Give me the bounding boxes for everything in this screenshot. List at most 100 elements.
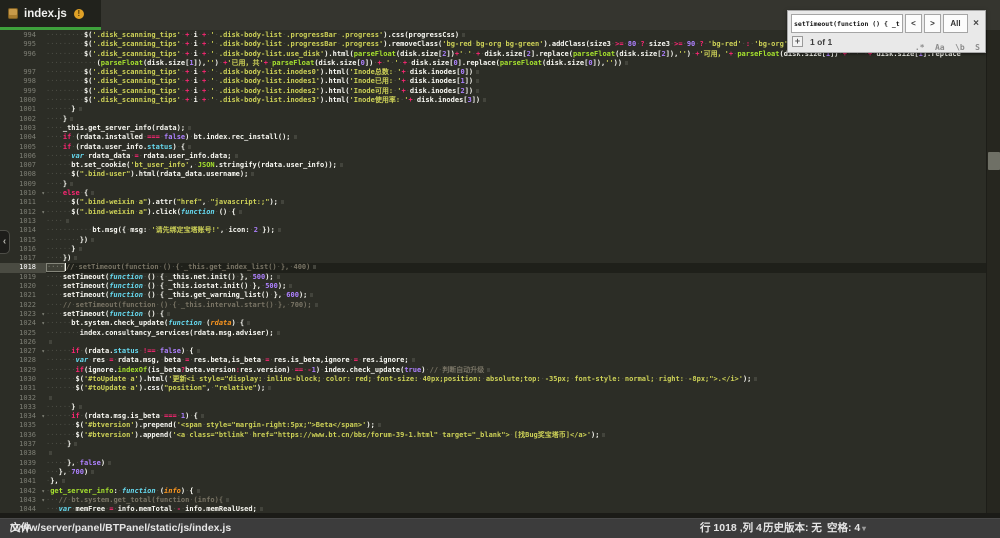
gutter-line-number[interactable]: 1026 bbox=[0, 338, 46, 347]
gutter-line-number[interactable]: 1010▾ bbox=[0, 189, 46, 198]
gutter-line-number[interactable]: 1040 bbox=[0, 468, 46, 477]
regex-toggle[interactable]: .* bbox=[915, 43, 925, 52]
gutter-line-number[interactable]: 1013 bbox=[0, 217, 46, 226]
code-line-1040[interactable]: 1040···},·700) bbox=[0, 468, 986, 477]
code-line-1000[interactable]: 1000·········$('.disk_scanning_tips'·+·i… bbox=[0, 96, 986, 105]
gutter-line-number[interactable]: 1028 bbox=[0, 356, 46, 365]
fold-toggle-icon[interactable]: ▾ bbox=[41, 487, 45, 496]
gutter-line-number[interactable]: 1005 bbox=[0, 143, 46, 152]
code-line-1006[interactable]: 1006······var·rdata_data·=·rdata.user_in… bbox=[0, 152, 986, 161]
code-line-1019[interactable]: 1019····setTimeout(function·()·{·_this.n… bbox=[0, 273, 986, 282]
tab-indexjs[interactable]: index.js ! bbox=[0, 0, 101, 30]
code-line-1003[interactable]: 1003····_this.get_server_info(rdata); bbox=[0, 124, 986, 133]
code-line-1041[interactable]: 1041·}, bbox=[0, 477, 986, 486]
gutter-line-number[interactable]: 1039 bbox=[0, 459, 46, 468]
code-line-1036[interactable]: 1036·······$('#btversion').append('<a·cl… bbox=[0, 431, 986, 440]
gutter-line-number[interactable]: 1018 bbox=[0, 263, 46, 272]
code-line-1010[interactable]: 1010▾····else·{ bbox=[0, 189, 986, 198]
close-search-icon[interactable]: × bbox=[970, 14, 982, 33]
toggle-replace-button[interactable]: + bbox=[792, 36, 803, 47]
code-line-1024[interactable]: 1024▾······bt.system.check_update(functi… bbox=[0, 319, 986, 328]
vertical-scrollbar[interactable] bbox=[986, 30, 1000, 513]
gutter-line-number[interactable]: 1033 bbox=[0, 403, 46, 412]
code-line-1028[interactable]: 1028·······var·res·=·rdata.msg,·beta·=·r… bbox=[0, 356, 986, 365]
gutter-line-number[interactable]: 999 bbox=[0, 87, 46, 96]
gutter-line-number[interactable]: 1021 bbox=[0, 291, 46, 300]
gutter-line-number[interactable]: 1001 bbox=[0, 105, 46, 114]
gutter-line-number[interactable]: 1004 bbox=[0, 133, 46, 142]
gutter-line-number[interactable]: 1043▾ bbox=[0, 496, 46, 505]
gutter-line-number[interactable]: 1012▾ bbox=[0, 208, 46, 217]
gutter-line-number[interactable]: 1006 bbox=[0, 152, 46, 161]
gutter-line-number[interactable]: 1023▾ bbox=[0, 310, 46, 319]
gutter-line-number[interactable]: 1002 bbox=[0, 115, 46, 124]
find-next-button[interactable]: > bbox=[924, 14, 941, 33]
code-line-1014[interactable]: 1014···········bt.msg({·msg:·'请先绑定宝塔账号!'… bbox=[0, 226, 986, 235]
code-line-1012[interactable]: 1012▾······$(".bind-weixin·a").click(fun… bbox=[0, 208, 986, 217]
fold-toggle-icon[interactable]: ▾ bbox=[41, 189, 45, 198]
indent-spaces[interactable]: 空格: 4 bbox=[827, 519, 860, 538]
code-line-1030[interactable]: 1030·······$('#toUpdate·a').html('更新<i·s… bbox=[0, 375, 986, 384]
gutter-line-number[interactable]: 1000 bbox=[0, 96, 46, 105]
code-line-1043[interactable]: 1043▾···//·bt.system.get_total(function·… bbox=[0, 496, 986, 505]
fold-toggle-icon[interactable]: ▾ bbox=[41, 347, 45, 356]
code-line-1011[interactable]: 1011······$(".bind-weixin·a").attr("href… bbox=[0, 198, 986, 207]
code-line-1022[interactable]: 1022····//·setTimeout(function·()·{·_thi… bbox=[0, 301, 986, 310]
gutter-line-number[interactable]: 1035 bbox=[0, 421, 46, 430]
code-line-1015[interactable]: 1015········}) bbox=[0, 236, 986, 245]
code-line-1027[interactable]: 1027▾······if·(rdata.status·!==·false)·{ bbox=[0, 347, 986, 356]
gutter-line-number[interactable]: 1042▾ bbox=[0, 487, 46, 496]
code-line-wrap[interactable]: ············(parseFloat(disk.size[1]),''… bbox=[0, 59, 986, 68]
gutter-line-number[interactable]: 1019 bbox=[0, 273, 46, 282]
code-line-1005[interactable]: 1005····if·(rdata.user_info.status)·{ bbox=[0, 143, 986, 152]
gutter-line-number[interactable]: 1022 bbox=[0, 301, 46, 310]
fold-toggle-icon[interactable]: ▾ bbox=[41, 310, 45, 319]
code-line-1029[interactable]: 1029·······if(ignore.indexOf(is_beta?bet… bbox=[0, 366, 986, 375]
code-line-1001[interactable]: 1001······} bbox=[0, 105, 986, 114]
gutter-line-number[interactable]: 1034▾ bbox=[0, 412, 46, 421]
gutter-line-number[interactable]: 1032 bbox=[0, 394, 46, 403]
code-line-1013[interactable]: 1013···· bbox=[0, 217, 986, 226]
code-line-1032[interactable]: 1032 bbox=[0, 394, 986, 403]
gutter-line-number[interactable]: 1037 bbox=[0, 440, 46, 449]
find-previous-button[interactable]: < bbox=[905, 14, 922, 33]
find-all-button[interactable]: All bbox=[943, 14, 968, 33]
gutter-line-number[interactable]: 1030 bbox=[0, 375, 46, 384]
gutter-line-number[interactable]: 995 bbox=[0, 40, 46, 49]
code-line-1033[interactable]: 1033······} bbox=[0, 403, 986, 412]
code-line-1035[interactable]: 1035·······$('#btversion').prepend('<spa… bbox=[0, 421, 986, 430]
code-line-1008[interactable]: 1008······$(".bind-user").html(rdata_dat… bbox=[0, 170, 986, 179]
code-line-1044[interactable]: 1044···var·memFree·=·info.memTotal·-·inf… bbox=[0, 505, 986, 513]
fold-toggle-icon[interactable]: ▾ bbox=[41, 319, 45, 328]
gutter-line-number[interactable]: 996 bbox=[0, 50, 46, 59]
gutter-line-number[interactable]: 1020 bbox=[0, 282, 46, 291]
code-line-1039[interactable]: 1039·····},·false) bbox=[0, 459, 986, 468]
code-line-998[interactable]: 998·········$('.disk_scanning_tips'·+·i·… bbox=[0, 77, 986, 86]
gutter-line-number[interactable]: 1025 bbox=[0, 329, 46, 338]
gutter-line-number[interactable]: 1003 bbox=[0, 124, 46, 133]
gutter-line-number[interactable]: 1009 bbox=[0, 180, 46, 189]
gutter-line-number[interactable] bbox=[0, 59, 46, 68]
fold-toggle-icon[interactable]: ▾ bbox=[41, 496, 45, 505]
code-editor[interactable]: 994·········$('.disk_scanning_tips'·+·i·… bbox=[0, 30, 1000, 513]
gutter-line-number[interactable]: 1044 bbox=[0, 505, 46, 513]
code-line-1018[interactable]: 1018····//·setTimeout(function·()·{·_thi… bbox=[0, 263, 986, 272]
code-line-1038[interactable]: 1038 bbox=[0, 449, 986, 458]
code-line-1023[interactable]: 1023▾····setTimeout(function·()·{ bbox=[0, 310, 986, 319]
code-line-1007[interactable]: 1007······bt.set_cookie('bt_user_info',·… bbox=[0, 161, 986, 170]
gutter-line-number[interactable]: 994 bbox=[0, 31, 46, 40]
gutter-line-number[interactable]: 1041 bbox=[0, 477, 46, 486]
code-line-1025[interactable]: 1025········index.consultancy_services(r… bbox=[0, 329, 986, 338]
gutter-line-number[interactable]: 1027▾ bbox=[0, 347, 46, 356]
search-in-selection-toggle[interactable]: S bbox=[975, 43, 980, 52]
code-line-1021[interactable]: 1021····setTimeout(function·()·{·_this.g… bbox=[0, 291, 986, 300]
gutter-line-number[interactable]: 1038 bbox=[0, 449, 46, 458]
code-line-1042[interactable]: 1042▾·get_server_info:·function·(info)·{ bbox=[0, 487, 986, 496]
whole-word-toggle[interactable]: \b bbox=[955, 43, 965, 52]
gutter-line-number[interactable]: 1011 bbox=[0, 198, 46, 207]
fold-toggle-icon[interactable]: ▾ bbox=[41, 412, 45, 421]
code-line-1004[interactable]: 1004····if·(rdata.installed·===·false)·b… bbox=[0, 133, 986, 142]
gutter-line-number[interactable]: 997 bbox=[0, 68, 46, 77]
gutter-line-number[interactable]: 1017 bbox=[0, 254, 46, 263]
gutter-line-number[interactable]: 1031 bbox=[0, 384, 46, 393]
